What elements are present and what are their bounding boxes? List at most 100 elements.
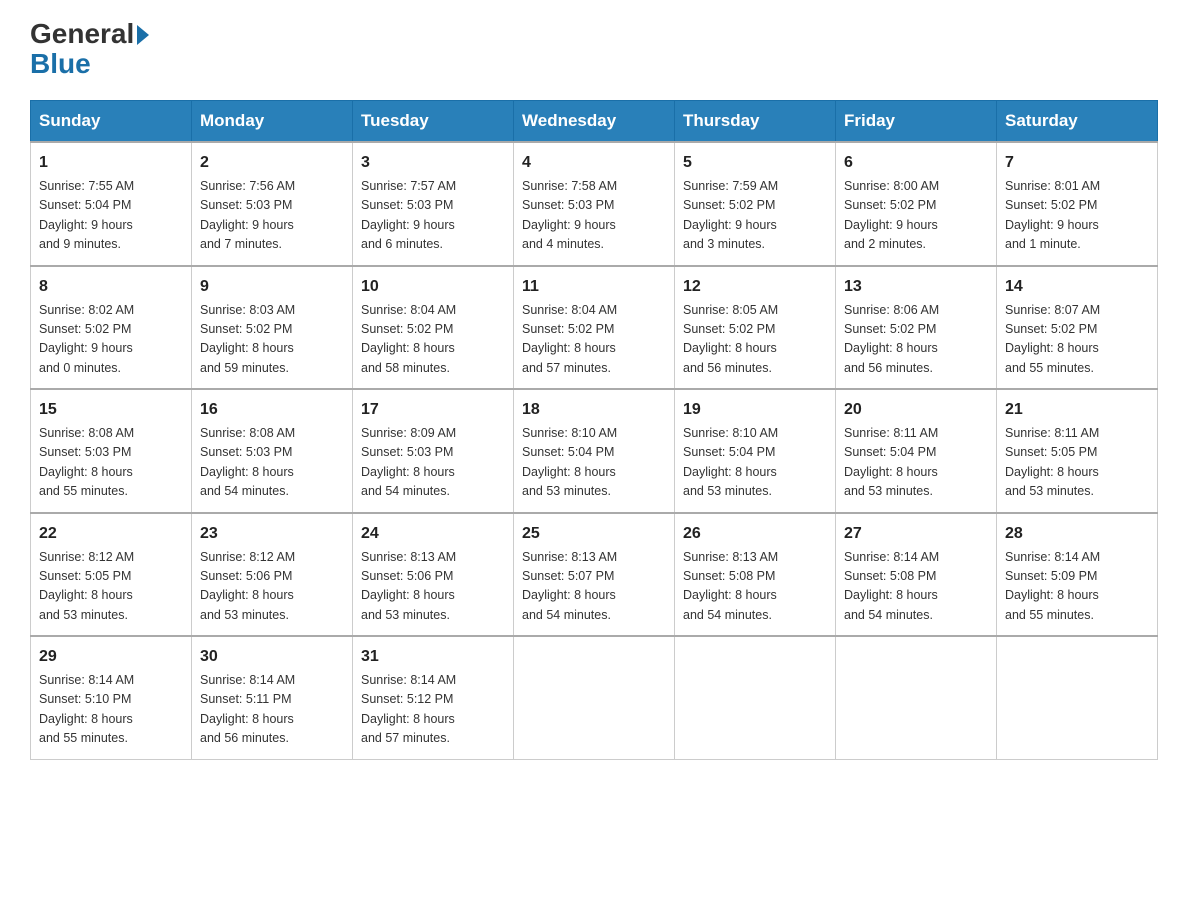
day-number: 5 [683,151,827,175]
day-info: Sunrise: 8:02 AMSunset: 5:02 PMDaylight:… [39,301,183,379]
day-number: 18 [522,398,666,422]
calendar-cell: 5Sunrise: 7:59 AMSunset: 5:02 PMDaylight… [675,142,836,266]
calendar-cell: 9Sunrise: 8:03 AMSunset: 5:02 PMDaylight… [192,266,353,390]
day-info: Sunrise: 8:13 AMSunset: 5:06 PMDaylight:… [361,548,505,626]
calendar-cell: 7Sunrise: 8:01 AMSunset: 5:02 PMDaylight… [997,142,1158,266]
day-info: Sunrise: 8:01 AMSunset: 5:02 PMDaylight:… [1005,177,1149,255]
logo-general-text: General [30,20,134,48]
day-number: 15 [39,398,183,422]
day-number: 2 [200,151,344,175]
day-header-friday: Friday [836,101,997,143]
calendar-cell: 8Sunrise: 8:02 AMSunset: 5:02 PMDaylight… [31,266,192,390]
calendar-cell: 4Sunrise: 7:58 AMSunset: 5:03 PMDaylight… [514,142,675,266]
calendar-cell [514,636,675,759]
calendar-header-row: SundayMondayTuesdayWednesdayThursdayFrid… [31,101,1158,143]
calendar-cell: 22Sunrise: 8:12 AMSunset: 5:05 PMDayligh… [31,513,192,637]
calendar-cell [675,636,836,759]
day-number: 6 [844,151,988,175]
day-number: 20 [844,398,988,422]
calendar-cell: 28Sunrise: 8:14 AMSunset: 5:09 PMDayligh… [997,513,1158,637]
day-number: 25 [522,522,666,546]
day-info: Sunrise: 8:11 AMSunset: 5:05 PMDaylight:… [1005,424,1149,502]
calendar-cell: 27Sunrise: 8:14 AMSunset: 5:08 PMDayligh… [836,513,997,637]
calendar-cell: 17Sunrise: 8:09 AMSunset: 5:03 PMDayligh… [353,389,514,513]
calendar-week-row: 15Sunrise: 8:08 AMSunset: 5:03 PMDayligh… [31,389,1158,513]
day-number: 19 [683,398,827,422]
day-number: 13 [844,275,988,299]
calendar-cell: 10Sunrise: 8:04 AMSunset: 5:02 PMDayligh… [353,266,514,390]
logo: General Blue [30,20,149,80]
day-info: Sunrise: 7:55 AMSunset: 5:04 PMDaylight:… [39,177,183,255]
day-number: 11 [522,275,666,299]
day-number: 3 [361,151,505,175]
day-info: Sunrise: 8:08 AMSunset: 5:03 PMDaylight:… [200,424,344,502]
day-info: Sunrise: 8:12 AMSunset: 5:05 PMDaylight:… [39,548,183,626]
day-header-sunday: Sunday [31,101,192,143]
day-number: 31 [361,645,505,669]
calendar-cell: 3Sunrise: 7:57 AMSunset: 5:03 PMDaylight… [353,142,514,266]
calendar-cell: 15Sunrise: 8:08 AMSunset: 5:03 PMDayligh… [31,389,192,513]
day-number: 21 [1005,398,1149,422]
day-number: 4 [522,151,666,175]
day-info: Sunrise: 7:58 AMSunset: 5:03 PMDaylight:… [522,177,666,255]
day-info: Sunrise: 8:12 AMSunset: 5:06 PMDaylight:… [200,548,344,626]
day-info: Sunrise: 8:05 AMSunset: 5:02 PMDaylight:… [683,301,827,379]
calendar-week-row: 1Sunrise: 7:55 AMSunset: 5:04 PMDaylight… [31,142,1158,266]
logo-blue-text: Blue [30,48,91,80]
day-info: Sunrise: 8:14 AMSunset: 5:08 PMDaylight:… [844,548,988,626]
day-header-monday: Monday [192,101,353,143]
day-number: 27 [844,522,988,546]
day-info: Sunrise: 8:14 AMSunset: 5:12 PMDaylight:… [361,671,505,749]
calendar-cell: 23Sunrise: 8:12 AMSunset: 5:06 PMDayligh… [192,513,353,637]
day-number: 26 [683,522,827,546]
day-header-saturday: Saturday [997,101,1158,143]
calendar-week-row: 8Sunrise: 8:02 AMSunset: 5:02 PMDaylight… [31,266,1158,390]
day-number: 7 [1005,151,1149,175]
day-number: 30 [200,645,344,669]
day-number: 24 [361,522,505,546]
day-info: Sunrise: 7:59 AMSunset: 5:02 PMDaylight:… [683,177,827,255]
day-number: 8 [39,275,183,299]
calendar-cell: 25Sunrise: 8:13 AMSunset: 5:07 PMDayligh… [514,513,675,637]
logo-arrow-icon [137,25,149,45]
day-number: 12 [683,275,827,299]
calendar-cell: 21Sunrise: 8:11 AMSunset: 5:05 PMDayligh… [997,389,1158,513]
calendar-cell: 2Sunrise: 7:56 AMSunset: 5:03 PMDaylight… [192,142,353,266]
calendar-cell: 18Sunrise: 8:10 AMSunset: 5:04 PMDayligh… [514,389,675,513]
day-number: 10 [361,275,505,299]
calendar-cell: 1Sunrise: 7:55 AMSunset: 5:04 PMDaylight… [31,142,192,266]
calendar-cell: 24Sunrise: 8:13 AMSunset: 5:06 PMDayligh… [353,513,514,637]
day-info: Sunrise: 8:13 AMSunset: 5:07 PMDaylight:… [522,548,666,626]
day-info: Sunrise: 8:14 AMSunset: 5:10 PMDaylight:… [39,671,183,749]
calendar-table: SundayMondayTuesdayWednesdayThursdayFrid… [30,100,1158,760]
day-number: 17 [361,398,505,422]
calendar-cell: 11Sunrise: 8:04 AMSunset: 5:02 PMDayligh… [514,266,675,390]
day-info: Sunrise: 8:10 AMSunset: 5:04 PMDaylight:… [683,424,827,502]
day-info: Sunrise: 8:04 AMSunset: 5:02 PMDaylight:… [361,301,505,379]
day-info: Sunrise: 8:06 AMSunset: 5:02 PMDaylight:… [844,301,988,379]
day-number: 23 [200,522,344,546]
calendar-cell: 31Sunrise: 8:14 AMSunset: 5:12 PMDayligh… [353,636,514,759]
day-info: Sunrise: 8:00 AMSunset: 5:02 PMDaylight:… [844,177,988,255]
calendar-cell: 29Sunrise: 8:14 AMSunset: 5:10 PMDayligh… [31,636,192,759]
calendar-cell: 13Sunrise: 8:06 AMSunset: 5:02 PMDayligh… [836,266,997,390]
calendar-cell: 16Sunrise: 8:08 AMSunset: 5:03 PMDayligh… [192,389,353,513]
day-number: 14 [1005,275,1149,299]
day-info: Sunrise: 8:09 AMSunset: 5:03 PMDaylight:… [361,424,505,502]
day-info: Sunrise: 8:08 AMSunset: 5:03 PMDaylight:… [39,424,183,502]
day-number: 28 [1005,522,1149,546]
calendar-cell: 14Sunrise: 8:07 AMSunset: 5:02 PMDayligh… [997,266,1158,390]
day-header-thursday: Thursday [675,101,836,143]
day-info: Sunrise: 8:11 AMSunset: 5:04 PMDaylight:… [844,424,988,502]
day-number: 16 [200,398,344,422]
calendar-week-row: 22Sunrise: 8:12 AMSunset: 5:05 PMDayligh… [31,513,1158,637]
calendar-cell: 19Sunrise: 8:10 AMSunset: 5:04 PMDayligh… [675,389,836,513]
calendar-cell: 6Sunrise: 8:00 AMSunset: 5:02 PMDaylight… [836,142,997,266]
day-info: Sunrise: 8:13 AMSunset: 5:08 PMDaylight:… [683,548,827,626]
day-info: Sunrise: 7:57 AMSunset: 5:03 PMDaylight:… [361,177,505,255]
day-info: Sunrise: 8:07 AMSunset: 5:02 PMDaylight:… [1005,301,1149,379]
page-header: General Blue [30,20,1158,80]
day-number: 29 [39,645,183,669]
calendar-cell [836,636,997,759]
calendar-cell [997,636,1158,759]
